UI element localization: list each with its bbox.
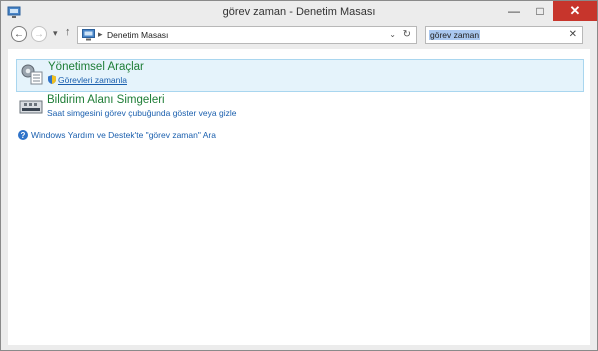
address-dropdown-button[interactable]: ⌄ [389, 30, 396, 39]
address-bar[interactable]: ▸ Denetim Masası ⌄ ↻ [77, 26, 417, 44]
result-item-notification-area-icons[interactable]: Bildirim Alanı Simgeleri Saat simgesini … [16, 93, 584, 119]
control-panel-icon [82, 29, 95, 41]
result-title[interactable]: Yönetimsel Araçlar [48, 61, 144, 73]
result-link-schedule-tasks[interactable]: Görevleri zamanla [48, 75, 127, 85]
navigation-bar: ← → ▾ ↑ ▸ Denetim Masası ⌄ ↻ görev zaman… [1, 25, 597, 45]
control-panel-window: görev zaman - Denetim Masası — □ ✕ ← → ▾… [0, 0, 598, 351]
notification-area-icon [19, 100, 43, 114]
help-link-text[interactable]: Windows Yardım ve Destek'te "görev zaman… [31, 130, 216, 140]
clear-search-icon[interactable]: ✕ [569, 29, 577, 40]
search-results-pane: Yönetimsel Araçlar Görevleri zamanla Bil… [8, 49, 590, 345]
windows-help-search-link[interactable]: ? Windows Yardım ve Destek'te "görev zam… [18, 130, 216, 140]
breadcrumb-separator[interactable]: ▸ [98, 29, 103, 40]
search-input[interactable]: görev zaman [429, 30, 481, 40]
refresh-button[interactable]: ↻ [403, 29, 411, 40]
minimize-button[interactable]: — [501, 1, 527, 21]
up-button[interactable]: ↑ [65, 26, 71, 38]
result-link-show-hide-clock[interactable]: Saat simgesini görev çubuğunda göster ve… [47, 108, 236, 118]
maximize-button[interactable]: □ [527, 1, 553, 21]
help-icon: ? [18, 130, 28, 140]
result-title[interactable]: Bildirim Alanı Simgeleri [47, 94, 165, 106]
shield-icon [48, 75, 56, 84]
admin-tools-icon [21, 64, 43, 85]
search-box[interactable]: görev zaman ✕ [425, 26, 583, 44]
back-button[interactable]: ← [11, 26, 27, 42]
result-item-administrative-tools[interactable]: Yönetimsel Araçlar Görevleri zamanla [16, 59, 584, 92]
title-bar: görev zaman - Denetim Masası — □ ✕ [1, 1, 597, 25]
forward-button[interactable]: → [31, 26, 47, 42]
result-link-text[interactable]: Görevleri zamanla [58, 75, 127, 85]
recent-locations-dropdown[interactable]: ▾ [53, 28, 58, 39]
close-button[interactable]: ✕ [553, 1, 597, 21]
window-controls: — □ ✕ [501, 1, 597, 21]
breadcrumb-control-panel[interactable]: Denetim Masası [107, 30, 168, 40]
